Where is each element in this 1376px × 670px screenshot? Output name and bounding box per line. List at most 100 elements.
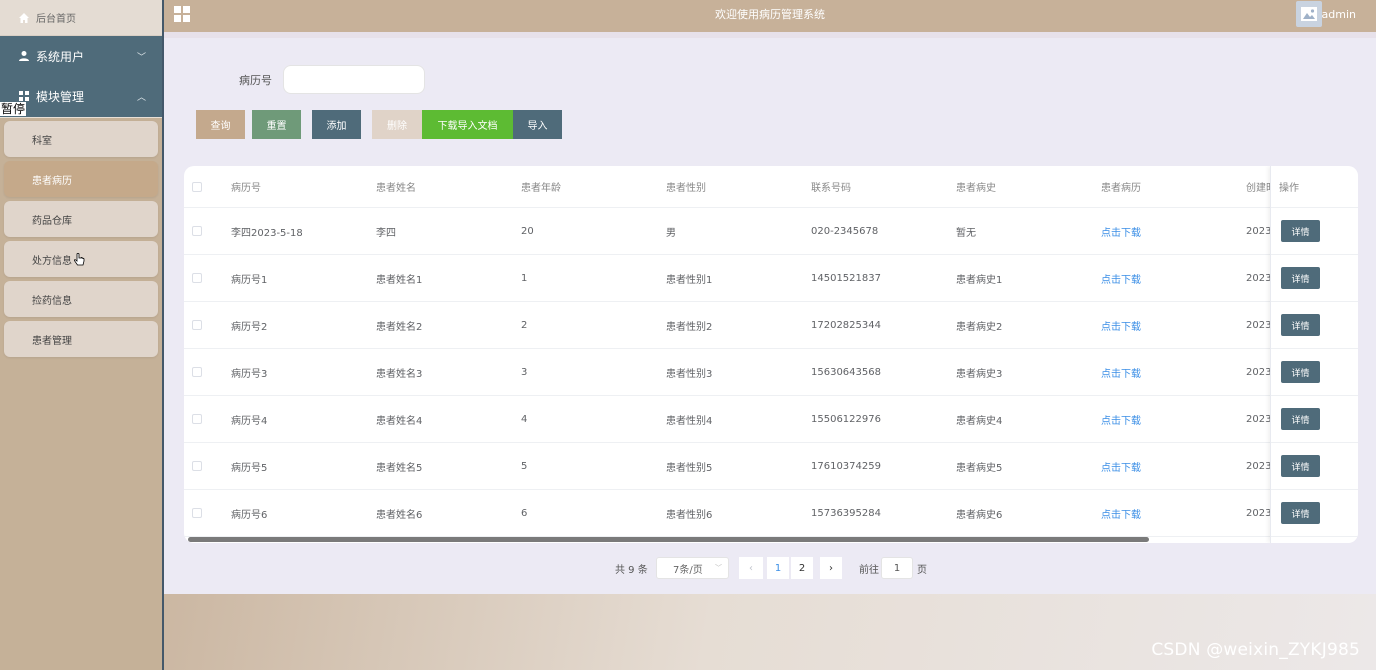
horizontal-scrollbar[interactable] [188,537,1149,542]
table-cell-gender: 患者性别2 [666,321,713,333]
operations-header: 操作 [1271,166,1358,208]
table-cell-history: 患者病史1 [956,274,1003,286]
page-button-2[interactable]: 2 [791,557,813,579]
detail-button[interactable]: 详情 [1281,502,1320,524]
watermark: CSDN @weixin_ZYKJ985 [1151,640,1360,660]
download-template-button[interactable]: 下载导入文档 [422,110,513,139]
pause-overlay-label: 暂停 [0,102,27,116]
table-cell-history: 患者病史4 [956,415,1003,427]
table-row: 病历号4 患者姓名4 4 患者性别4 15506122976 患者病史4 点击下载 2023- [184,396,1358,443]
select-all-checkbox[interactable] [192,166,202,207]
row-checkbox[interactable] [192,349,202,395]
sidebar-item-label: 患者管理 [32,335,72,347]
home-icon [18,12,30,24]
download-record-link[interactable]: 点击下载 [1101,302,1141,348]
table-cell-name: 患者姓名3 [376,368,423,380]
table-cell-name: 患者姓名5 [376,462,423,474]
page-button-1[interactable]: 1 [767,557,789,579]
sidebar-item-patient-management[interactable]: 患者管理 [4,321,158,357]
table-cell-history: 暂无 [956,227,976,239]
download-record-link[interactable]: 点击下载 [1101,208,1141,254]
detail-button[interactable]: 详情 [1281,314,1320,336]
reset-button[interactable]: 重置 [252,110,301,139]
detail-button[interactable]: 详情 [1281,361,1320,383]
operations-column: 操作 详情 详情 详情 详情 详情 详情 详情 [1270,166,1358,543]
records-table: 病历号 患者姓名 患者年龄 患者性别 联系号码 患者病史 患者病历 创建时 李四… [184,166,1358,543]
download-record-link[interactable]: 点击下载 [1101,349,1141,395]
table-cell-name: 患者姓名2 [376,321,423,333]
column-header[interactable]: 患者年龄 [521,166,561,207]
record-number-input[interactable] [283,65,425,94]
table-cell-age: 5 [521,460,528,472]
table-cell-created: 2023- [1246,507,1272,519]
table-cell-age: 6 [521,507,528,519]
row-checkbox[interactable] [192,396,202,442]
column-header[interactable]: 病历号 [231,166,261,207]
column-header[interactable]: 患者病历 [1101,166,1141,207]
column-header[interactable]: 联系号码 [811,166,851,207]
table-cell-created: 2023- [1246,272,1272,284]
sidebar-group-system-users[interactable]: 系统用户 ﹀ [0,36,162,76]
row-checkbox[interactable] [192,490,202,536]
table-cell-history: 患者病史6 [956,509,1003,521]
table-cell-age: 1 [521,272,528,284]
operations-row: 详情 [1271,302,1358,349]
avatar[interactable] [1296,1,1322,27]
table-cell-id: 病历号1 [231,274,268,286]
download-record-link[interactable]: 点击下载 [1101,490,1141,536]
sidebar-item-patient-records[interactable]: 患者病历 [4,161,158,197]
sidebar-item-prescriptions[interactable]: 处方信息 [4,241,158,277]
column-header[interactable]: 患者病史 [956,166,996,207]
detail-button[interactable]: 详情 [1281,267,1320,289]
page-size-select[interactable]: 7条/页 ﹀ [656,557,729,579]
table-cell-created: 2023- [1246,319,1272,331]
sidebar-group-label: 系统用户 [36,49,85,64]
table-row: 病历号5 患者姓名5 5 患者性别5 17610374259 患者病史5 点击下载 2023- [184,443,1358,490]
table-cell-phone: 15736395284 [811,507,881,519]
operations-cell: 详情 [1281,443,1320,489]
column-header[interactable]: 患者性别 [666,166,706,207]
detail-button[interactable]: 详情 [1281,220,1320,242]
sidebar-item-drug-picking[interactable]: 捡药信息 [4,281,158,317]
chevron-down-icon: ﹀ [136,53,146,63]
user-name[interactable]: admin [1322,0,1356,30]
next-page-button[interactable]: › [820,557,842,579]
add-button[interactable]: 添加 [312,110,361,139]
download-record-link[interactable]: 点击下载 [1101,255,1141,301]
table-cell-phone: 15506122976 [811,413,881,425]
table-cell-gender: 患者性别5 [666,462,713,474]
sidebar-group-label: 模块管理 [36,89,85,104]
sidebar-item-drug-warehouse[interactable]: 药品仓库 [4,201,158,237]
import-button[interactable]: 导入 [513,110,562,139]
sidebar-item-department[interactable]: 科室 [4,121,158,157]
download-record-link[interactable]: 点击下载 [1101,396,1141,442]
table-cell-gender: 患者性别4 [666,415,713,427]
goto-label: 前往 [859,565,879,576]
sidebar: 后台首页 系统用户 ﹀ 模块管理 ︿ 暂停 科室 患者病历 药品仓库 处方信息 … [0,0,164,670]
prev-page-button[interactable]: ‹ [739,557,763,579]
row-checkbox[interactable] [192,255,202,301]
table-cell-age: 20 [521,225,534,237]
table-cell-history: 患者病史2 [956,321,1003,333]
sidebar-home[interactable]: 后台首页 [0,0,162,36]
row-checkbox[interactable] [192,302,202,348]
table-cell-gender: 男 [666,227,676,239]
download-record-link[interactable]: 点击下载 [1101,443,1141,489]
column-header[interactable]: 创建时 [1246,166,1272,207]
table-header-row: 病历号 患者姓名 患者年龄 患者性别 联系号码 患者病史 患者病历 创建时 [184,166,1358,208]
main-content: 病历号 查询 重置 添加 删除 下载导入文档 导入 病历号 患者姓名 患者年龄 … [164,38,1376,594]
operations-cell: 详情 [1281,208,1320,254]
column-header: 操作 [1279,183,1299,194]
row-checkbox[interactable] [192,208,202,254]
detail-button[interactable]: 详情 [1281,455,1320,477]
column-header[interactable]: 患者姓名 [376,166,416,207]
operations-cell: 详情 [1281,255,1320,301]
table-cell-phone: 17610374259 [811,460,881,472]
row-checkbox[interactable] [192,443,202,489]
sidebar-item-label: 科室 [32,135,52,147]
delete-button[interactable]: 删除 [372,110,422,139]
goto-page-input[interactable] [881,557,913,579]
detail-button[interactable]: 详情 [1281,408,1320,430]
query-button[interactable]: 查询 [196,110,245,139]
operations-cell: 详情 [1281,349,1320,395]
